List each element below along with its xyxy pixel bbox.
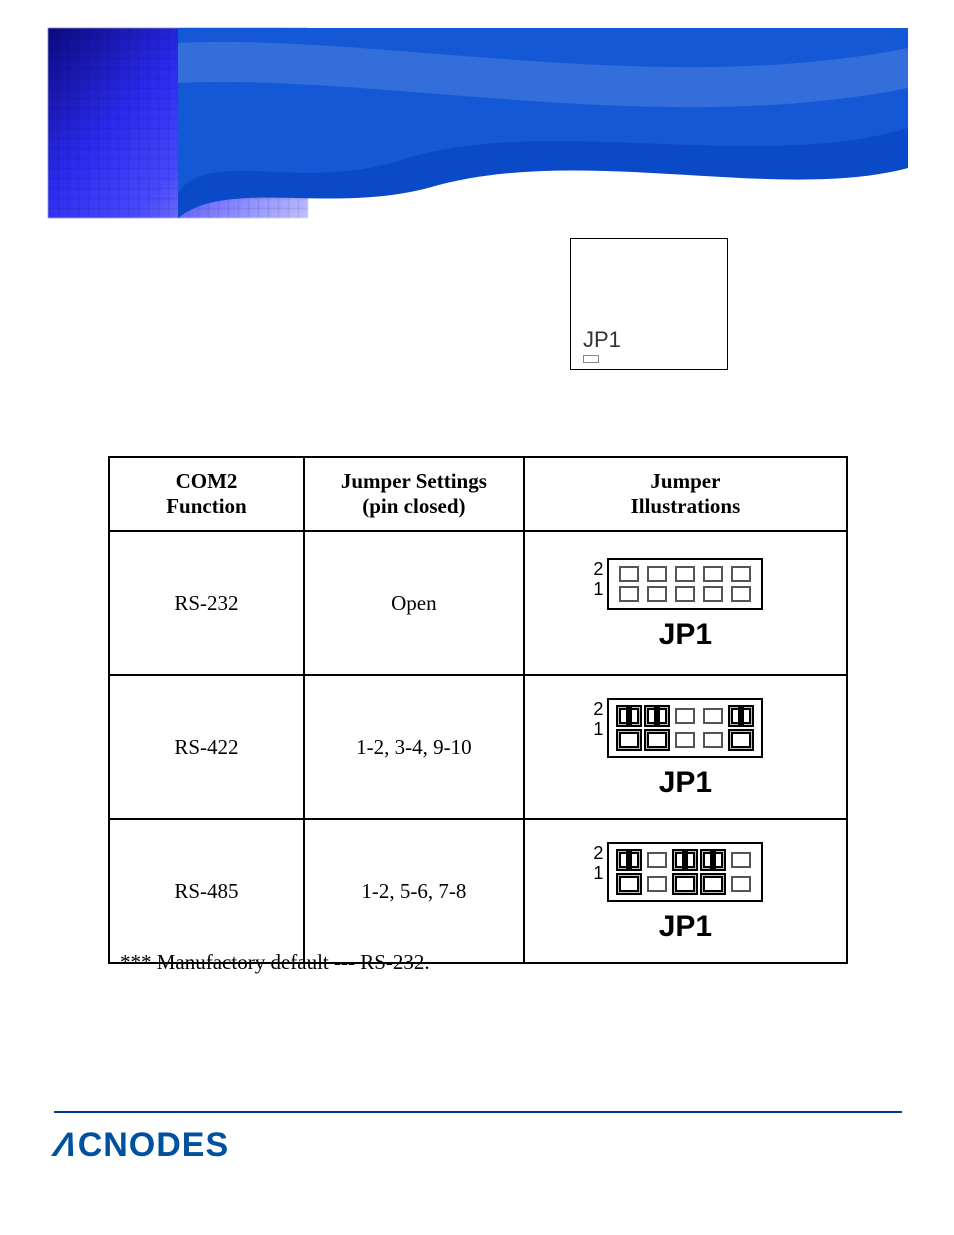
- pin-row-1: 1: [589, 579, 603, 599]
- jp1-locator-marker: [583, 355, 599, 363]
- footnote-default: *** Manufactory default --- RS-232.: [120, 950, 430, 975]
- cell-illustration: 2 1: [524, 675, 847, 819]
- jp1-locator-label: JP1: [583, 327, 621, 353]
- th-illus-l1: Jumper: [650, 469, 720, 493]
- pin-row-1: 1: [589, 719, 603, 739]
- pin-row-1: 1: [589, 863, 603, 883]
- th-function-l1: COM2: [176, 469, 238, 493]
- jumper-diagram: 2 1: [607, 842, 763, 944]
- th-settings-l2: (pin closed): [362, 494, 465, 518]
- logo-text: CNODES: [78, 1126, 229, 1164]
- cell-function: RS-422: [109, 675, 304, 819]
- acnodes-logo: ΛCNODES: [54, 1126, 229, 1165]
- cell-function: RS-485: [109, 819, 304, 963]
- jumper-diagram: 2 1 JP1: [607, 558, 763, 652]
- cell-setting: 1-2, 5-6, 7-8: [304, 819, 524, 963]
- th-settings: Jumper Settings (pin closed): [304, 457, 524, 531]
- jumper-label: JP1: [607, 910, 763, 944]
- banner-swoosh: [178, 28, 908, 218]
- table-row: RS-422 1-2, 3-4, 9-10 2 1: [109, 675, 847, 819]
- logo-lambda-icon: Λ: [51, 1126, 80, 1165]
- header-banner: [48, 28, 908, 218]
- jumper-diagram: 2 1: [607, 698, 763, 800]
- table-row: RS-485 1-2, 5-6, 7-8 2 1: [109, 819, 847, 963]
- footer-divider: [54, 1111, 902, 1113]
- cell-setting: 1-2, 3-4, 9-10: [304, 675, 524, 819]
- page: JP1 COM2 Function Jumper Settings (pin c…: [0, 0, 954, 1235]
- cell-illustration: 2 1 JP1: [524, 531, 847, 675]
- table-row: RS-232 Open 2 1 JP1: [109, 531, 847, 675]
- pin-row-2: 2: [589, 699, 603, 719]
- jumper-label: JP1: [607, 618, 763, 652]
- jumper-label: JP1: [607, 766, 763, 800]
- th-function-l2: Function: [166, 494, 247, 518]
- jp1-locator-box: JP1: [570, 238, 728, 370]
- jumper-settings-table: COM2 Function Jumper Settings (pin close…: [108, 456, 848, 964]
- pin-row-2: 2: [589, 559, 603, 579]
- th-settings-l1: Jumper Settings: [341, 469, 487, 493]
- th-function: COM2 Function: [109, 457, 304, 531]
- pin-row-2: 2: [589, 843, 603, 863]
- th-illustrations: Jumper Illustrations: [524, 457, 847, 531]
- cell-setting: Open: [304, 531, 524, 675]
- cell-function: RS-232: [109, 531, 304, 675]
- th-illus-l2: Illustrations: [631, 494, 741, 518]
- cell-illustration: 2 1: [524, 819, 847, 963]
